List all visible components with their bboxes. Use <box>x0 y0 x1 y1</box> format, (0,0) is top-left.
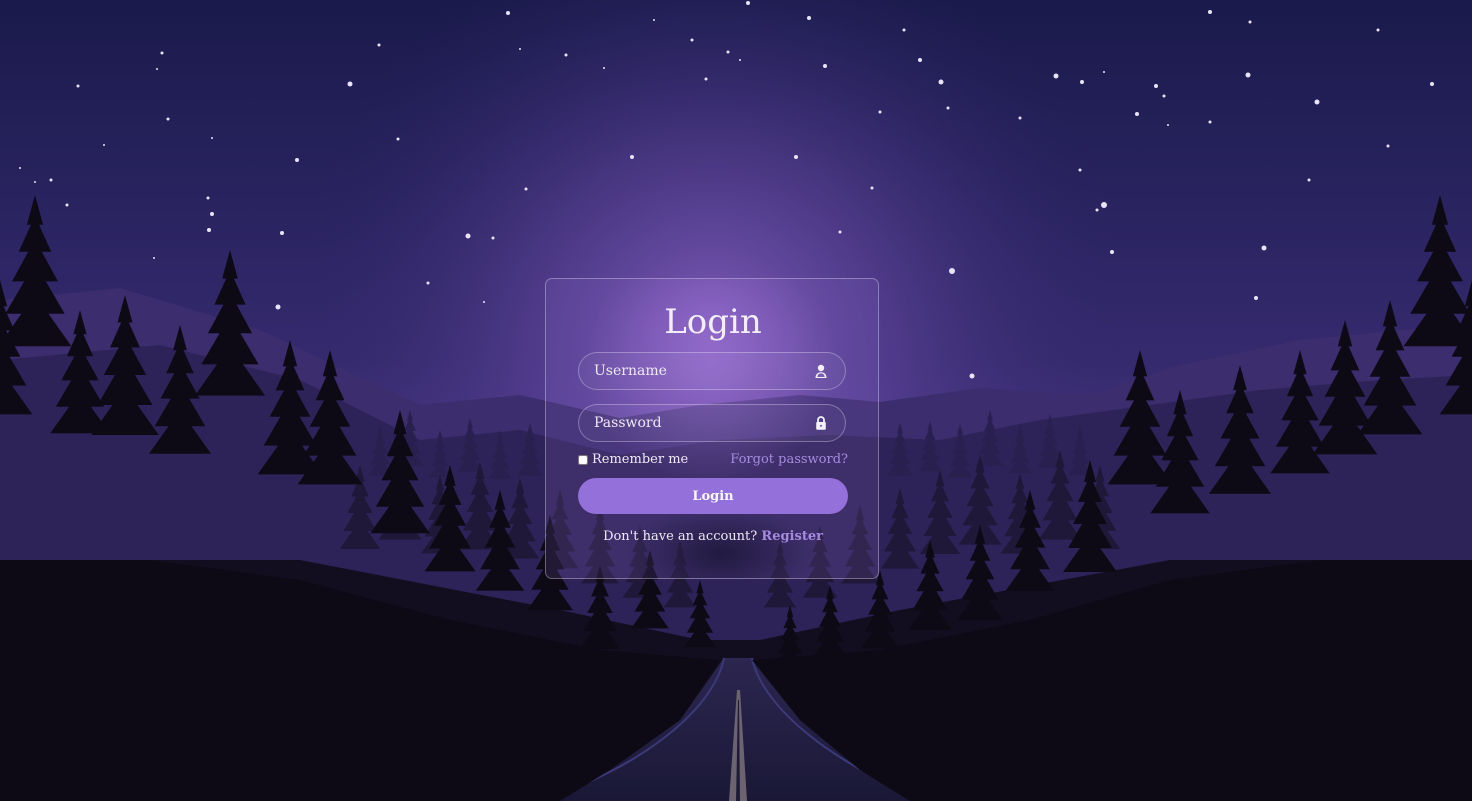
password-field[interactable] <box>578 404 846 442</box>
username-field[interactable] <box>578 352 846 390</box>
login-button[interactable]: Login <box>578 478 848 514</box>
remember-label: Remember me <box>592 452 689 467</box>
register-row: Don't have an account? Register <box>546 528 878 546</box>
login-form: Login Username Remember me Forgot passwo… <box>546 279 878 578</box>
forgot-password-link[interactable]: Forgot password? <box>730 451 848 469</box>
password-input[interactable] <box>594 405 804 441</box>
register-link[interactable]: Register <box>761 529 823 544</box>
username-input[interactable] <box>594 353 804 389</box>
login-title: Login <box>664 302 762 342</box>
form-options: Remember me Forgot password? <box>578 451 848 469</box>
remember-checkbox[interactable] <box>578 455 588 465</box>
login-card: Login Username Remember me Forgot passwo… <box>545 278 879 579</box>
register-prompt: Don't have an account? <box>603 529 758 544</box>
remember-me[interactable]: Remember me <box>578 451 688 469</box>
user-icon <box>813 363 829 379</box>
lock-icon <box>813 415 829 431</box>
